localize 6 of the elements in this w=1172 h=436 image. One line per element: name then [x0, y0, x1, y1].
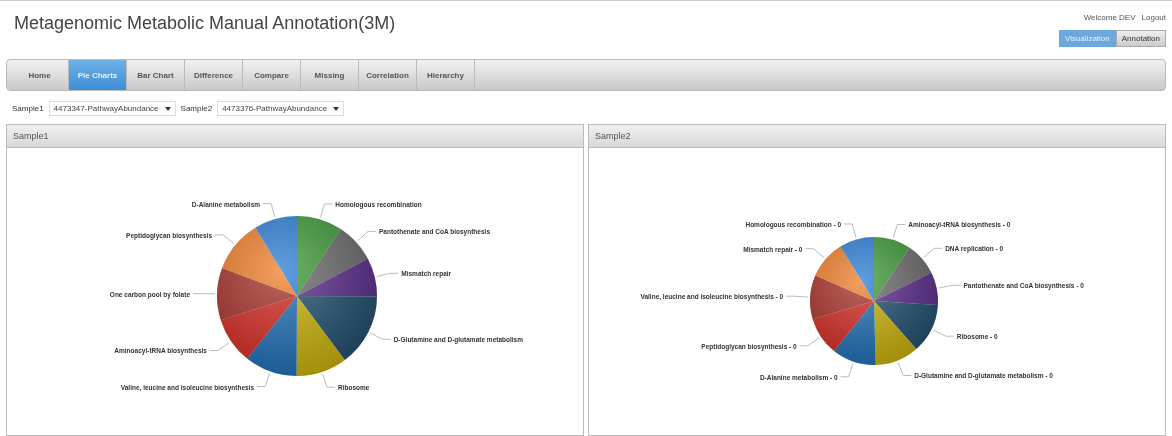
panel-title: Sample1	[13, 131, 49, 141]
sample-label: Sample2	[180, 104, 213, 113]
welcome-text: Welcome DEV	[1083, 13, 1136, 22]
sample-label: Sample1	[12, 104, 44, 113]
app-title: Metagenomic Metabolic Manual Annotation(3M)	[13, 12, 396, 34]
panel-title: Sample2	[595, 131, 631, 141]
